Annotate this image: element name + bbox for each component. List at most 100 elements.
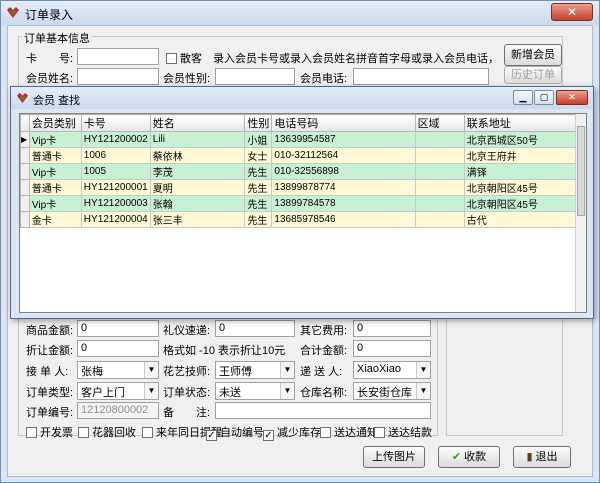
new-member-button[interactable]: 新增会员 (504, 44, 562, 66)
cell-name: 张翰 (149, 195, 246, 212)
gift-fee-input[interactable]: 0 (215, 320, 295, 337)
receiver-select[interactable]: 张梅 ▼ (77, 361, 159, 379)
column-header[interactable]: 联系地址 (463, 114, 586, 132)
popup-title: 会员 查找 (33, 95, 81, 107)
checkbox-box[interactable] (26, 427, 37, 438)
cell-card: HY121200004 (80, 211, 151, 228)
chevron-down-icon[interactable]: ▼ (280, 383, 294, 399)
table-row[interactable]: 金卡 HY121200004 张三丰 先生 13685978546 古代 (20, 211, 586, 228)
order-type-value: 客户上门 (81, 387, 125, 399)
discount-input[interactable]: 0 (77, 340, 159, 357)
vase-recycle-checkbox[interactable]: 花器回收 (78, 424, 136, 440)
delivery-payment-checkbox[interactable]: 送达结款 (374, 424, 432, 440)
cell-card: HY121200002 (80, 131, 151, 148)
popup-title-bar[interactable]: 会员 查找 ▁ ▢ ✕ (11, 87, 593, 109)
checkmark-icon[interactable]: ✓ (206, 430, 217, 441)
total-label: 合计金额: (300, 345, 348, 357)
table-row[interactable]: 普通卡 1006 蔡依林 女士 010-32112564 北京王府井 (20, 147, 586, 164)
table-row[interactable]: ▶ Vip卡 HY121200002 Lili 小姐 13639954587 北… (20, 131, 586, 148)
row-indicator (20, 195, 30, 212)
chevron-down-icon[interactable]: ▼ (144, 383, 158, 399)
chevron-down-icon[interactable]: ▼ (416, 383, 430, 399)
cell-gender: 先生 (244, 211, 273, 228)
gift-fee-label: 礼仪速递: (163, 325, 211, 337)
florist-select[interactable]: 王师傅 ▼ (215, 361, 295, 379)
order-type-select[interactable]: 客户上门 ▼ (77, 382, 159, 400)
vertical-scrollbar[interactable] (575, 114, 586, 312)
history-orders-button[interactable]: 历史订单 (504, 66, 562, 84)
cell-region (414, 131, 465, 148)
invoice-checkbox[interactable]: 开发票 (26, 424, 73, 440)
discount-label: 折让金额: (26, 345, 74, 357)
checkmark-icon: ✔ (451, 451, 465, 463)
cell-card: 1005 (80, 163, 151, 180)
checkbox-box[interactable] (78, 427, 89, 438)
member-gender-input[interactable] (215, 68, 295, 85)
close-icon[interactable]: ✕ (556, 90, 588, 105)
cell-type: 金卡 (28, 211, 82, 228)
card-label: 卡 号: (26, 53, 74, 65)
warehouse-label: 仓库名称: (300, 387, 348, 399)
title-bar[interactable]: 订单录入 ✕ (1, 1, 599, 25)
maximize-icon[interactable]: ▢ (534, 90, 554, 105)
member-phone-label: 会员电话: (300, 73, 348, 85)
minimize-icon[interactable]: ▁ (513, 90, 533, 105)
collect-payment-button[interactable]: ✔ 收款 (438, 446, 500, 468)
search-hint: 录入会员卡号或录入会员姓名拼音首字母或录入会员电话，按回车... (213, 53, 499, 65)
card-input[interactable] (77, 48, 159, 65)
checkbox-box[interactable] (320, 427, 331, 438)
checkmark-icon[interactable]: ✓ (263, 430, 274, 441)
column-header[interactable]: 姓名 (149, 114, 246, 132)
cell-gender: 先生 (244, 163, 273, 180)
chevron-down-icon[interactable]: ▼ (416, 362, 430, 378)
other-fee-input[interactable]: 0 (353, 320, 431, 337)
order-type-label: 订单类型: (26, 387, 74, 399)
member-phone-input[interactable] (353, 68, 489, 85)
total-input[interactable]: 0 (353, 340, 431, 357)
upload-image-button[interactable]: 上传图片 (363, 446, 425, 468)
order-no-input[interactable]: 12120800002 (77, 402, 159, 419)
member-name-input[interactable] (77, 68, 159, 85)
delivery-notice-checkbox[interactable]: 送达通知 (320, 424, 378, 440)
chevron-down-icon[interactable]: ▼ (144, 362, 158, 378)
column-header[interactable]: 区域 (414, 114, 465, 132)
row-pointer-icon: ▶ (20, 131, 30, 148)
warehouse-value: 长安街仓库 (357, 387, 412, 399)
warehouse-select[interactable]: 长安街仓库 ▼ (353, 382, 431, 400)
cell-card: HY121200003 (80, 195, 151, 212)
cell-region (414, 147, 465, 164)
reduce-stock-checkbox[interactable]: ✓ 减少库存 (263, 424, 321, 441)
remark-input[interactable] (215, 402, 431, 419)
member-search-dialog: 会员 查找 ▁ ▢ ✕ 会员类别 卡号 姓名 性别 电话号码 区域 联系地址 ▶… (10, 86, 594, 319)
table-row[interactable]: Vip卡 HY121200003 张翰 先生 13899784578 北京朝阳区… (20, 195, 586, 212)
chevron-down-icon[interactable]: ▼ (280, 362, 294, 378)
auto-number-checkbox[interactable]: ✓ 自动编号 (206, 424, 264, 441)
cell-name: 夏明 (149, 179, 246, 196)
table-row[interactable]: 普通卡 HY121200001 夏明 先生 13899878774 北京朝阳区4… (20, 179, 586, 196)
order-status-select[interactable]: 未送 ▼ (215, 382, 295, 400)
column-header[interactable]: 性别 (244, 114, 273, 132)
member-grid[interactable]: 会员类别 卡号 姓名 性别 电话号码 区域 联系地址 ▶ Vip卡 HY1212… (19, 113, 587, 313)
table-row[interactable]: Vip卡 1005 李茂 先生 010-32556898 满铎 (20, 163, 586, 180)
checkbox-box[interactable] (142, 427, 153, 438)
walkin-checkbox[interactable]: 散客 (166, 50, 202, 66)
checkbox-box[interactable] (374, 427, 385, 438)
table-header-row: 会员类别 卡号 姓名 性别 电话号码 区域 联系地址 (20, 114, 586, 132)
cell-phone: 13685978546 (271, 211, 416, 228)
cell-type: 普通卡 (28, 179, 82, 196)
column-header[interactable]: 电话号码 (271, 114, 416, 132)
courier-label: 递 送 人: (300, 366, 343, 378)
exit-button[interactable]: ▮ 退出 (513, 446, 571, 468)
column-header[interactable]: 会员类别 (28, 114, 82, 132)
checkbox-box[interactable] (166, 53, 177, 64)
member-name-label: 会员姓名: (26, 73, 74, 85)
column-header[interactable]: 卡号 (80, 114, 151, 132)
cell-phone: 13899878774 (271, 179, 416, 196)
goods-amount-label: 商品金额: (26, 325, 74, 337)
courier-select[interactable]: XiaoXiao ▼ (353, 361, 431, 379)
collect-label: 收款 (464, 451, 487, 463)
scrollbar-thumb[interactable] (577, 126, 585, 216)
cell-phone: 13639954587 (271, 131, 416, 148)
goods-amount-input[interactable]: 0 (77, 320, 159, 337)
close-window-button[interactable]: ✕ (551, 3, 593, 21)
